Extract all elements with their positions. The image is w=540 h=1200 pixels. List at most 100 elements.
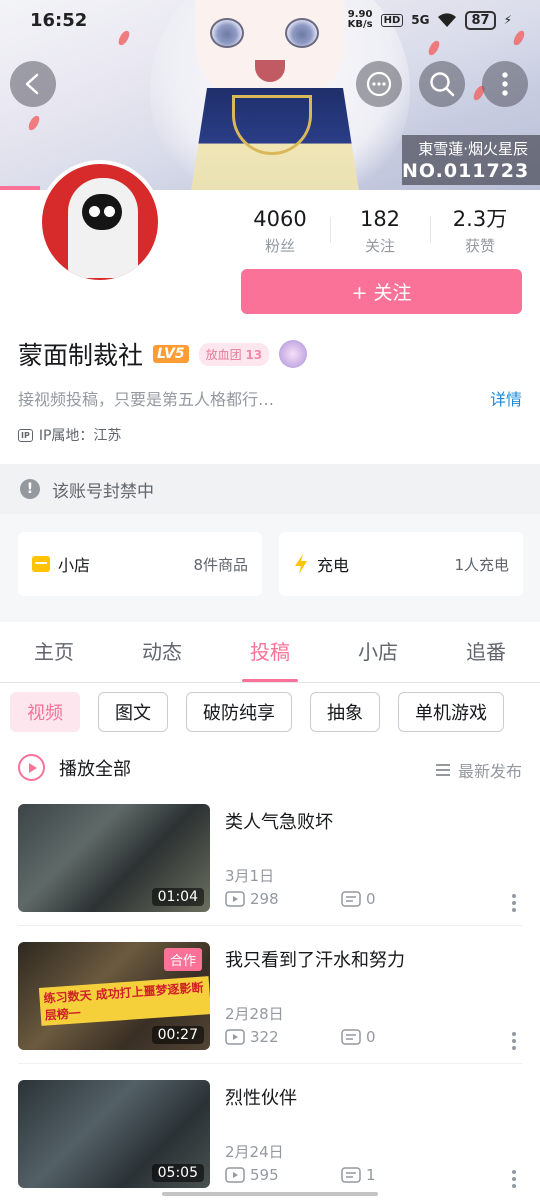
fan-group-badge[interactable]: 放血团 13 — [198, 342, 270, 366]
play-count-value: 595 — [250, 1166, 279, 1184]
chevron-left-icon — [25, 73, 39, 95]
stat-following[interactable]: 182 关注 — [330, 205, 430, 257]
tab-shop[interactable]: 小店 — [324, 623, 432, 682]
banned-notice: ! 该账号封禁中 — [0, 464, 540, 514]
battery-icon: 87 — [465, 10, 496, 30]
comment-count-value: 1 — [366, 1166, 376, 1184]
fan-group-name: 放血团 — [205, 347, 242, 362]
play-all-button[interactable]: 播放全部 — [18, 754, 131, 781]
net-speed-unit: KB/s — [347, 19, 373, 30]
chip-collection-1[interactable]: 破防纯享 — [186, 692, 292, 732]
ip-location-text: IP属地：江苏 — [38, 428, 122, 444]
thumbnail-caption: 练习数天 成功打上噩梦逐影断层榜一 — [38, 976, 210, 1026]
play-count-icon — [225, 891, 245, 907]
level-badge: LV5 — [153, 345, 189, 363]
stat-fans[interactable]: 4060 粉丝 — [230, 205, 330, 257]
detail-link[interactable]: 详情 — [490, 386, 522, 410]
charge-meta: 1人充电 — [454, 555, 509, 574]
avatar[interactable] — [38, 160, 162, 284]
video-title: 类人气急败坏 — [225, 812, 333, 833]
shop-card[interactable]: 小店 8件商品 — [18, 532, 262, 596]
video-item[interactable]: 05:05 烈性伙伴 2月24日 595 1 — [18, 1080, 522, 1190]
status-icons: 9.90 KB/s HD 5G 87 ⚡ — [348, 10, 512, 30]
danmaku-icon — [341, 1029, 361, 1045]
chat-bubble-icon — [366, 71, 392, 97]
tab-dynamic[interactable]: 动态 — [108, 623, 216, 682]
charge-card[interactable]: 充电 1人充电 — [279, 532, 523, 596]
danmaku-icon — [341, 1167, 361, 1183]
divider — [18, 925, 522, 926]
more-vertical-icon[interactable] — [512, 894, 516, 912]
play-count-icon — [225, 1029, 245, 1045]
search-icon — [430, 72, 455, 97]
ip-location: IP IP属地：江苏 — [18, 425, 121, 445]
sort-label: 最新发布 — [457, 762, 522, 781]
banned-text: 该账号封禁中 — [52, 481, 154, 502]
home-indicator[interactable] — [162, 1192, 378, 1196]
tab-home[interactable]: 主页 — [0, 623, 108, 682]
video-duration: 05:05 — [151, 1164, 204, 1182]
profile-stats: 4060 粉丝 182 关注 2.3万 获赞 — [230, 205, 530, 257]
shop-meta: 8件商品 — [193, 555, 248, 574]
chip-article[interactable]: 图文 — [98, 692, 168, 732]
chip-video[interactable]: 视频 — [10, 692, 80, 732]
chip-collection-2[interactable]: 抽象 — [310, 692, 380, 732]
pendant-icon[interactable] — [279, 340, 308, 368]
tab-bangumi[interactable]: 追番 — [432, 623, 540, 682]
stat-value: 182 — [359, 207, 401, 231]
sort-button[interactable]: 最新发布 — [435, 758, 522, 782]
video-date: 2月28日 — [225, 1005, 284, 1023]
play-count: 298 — [225, 890, 341, 908]
signal-icon: 5G — [411, 13, 430, 27]
stat-value: 4060 — [253, 207, 307, 231]
more-vertical-icon[interactable] — [512, 1032, 516, 1050]
alert-icon: ! — [20, 479, 40, 499]
avatar-mask — [82, 194, 122, 230]
shop-title: 小店 — [58, 556, 91, 575]
category-chips: 视频 图文 破防纯享 抽象 单机游戏 — [10, 692, 504, 732]
bio-text: 接视频投稿，只要是第五人格都行… — [18, 390, 275, 409]
tab-uploads[interactable]: 投稿 — [216, 623, 324, 682]
charging-icon: ⚡ — [503, 13, 512, 27]
play-count-icon — [225, 1167, 245, 1183]
video-item[interactable]: 01:04 类人气急败坏 3月1日 298 0 — [18, 804, 522, 914]
net-speed: 9.90 KB/s — [348, 10, 373, 30]
lightning-icon — [295, 554, 307, 574]
comment-count-value: 0 — [366, 1028, 376, 1046]
video-counts: 298 0 — [225, 890, 457, 908]
comment-count-value: 0 — [366, 890, 376, 908]
banner-petal — [26, 114, 42, 132]
sort-icon — [435, 764, 450, 776]
video-thumbnail: 05:05 — [18, 1080, 210, 1188]
play-count-value: 322 — [250, 1028, 279, 1046]
video-title: 我只看到了汗水和努力 — [225, 950, 405, 971]
banner-progress — [0, 186, 40, 190]
video-item[interactable]: 合作 练习数天 成功打上噩梦逐影断层榜一 00:27 我只看到了汗水和努力 2月… — [18, 942, 522, 1052]
play-all-label: 播放全部 — [59, 758, 131, 780]
stat-label: 关注 — [364, 237, 395, 255]
video-thumbnail: 合作 练习数天 成功打上噩梦逐影断层榜一 00:27 — [18, 942, 210, 1050]
banner-caption: 東雪蓮·烟火星辰 NO.011723 — [402, 135, 540, 185]
follow-button[interactable]: + 关注 — [241, 269, 522, 314]
more-vertical-icon[interactable] — [512, 1170, 516, 1188]
chip-collection-3[interactable]: 单机游戏 — [398, 692, 504, 732]
fan-group-level: 13 — [245, 347, 263, 362]
play-count-value: 298 — [250, 890, 279, 908]
status-bar: 16:52 9.90 KB/s HD 5G 87 ⚡ — [0, 0, 540, 42]
more-button[interactable] — [482, 61, 528, 107]
video-thumbnail: 01:04 — [18, 804, 210, 912]
video-date: 3月1日 — [225, 867, 275, 885]
back-button[interactable] — [10, 61, 56, 107]
stat-value: 2.3万 — [452, 207, 508, 231]
search-button[interactable] — [419, 61, 465, 107]
stat-label: 获赞 — [464, 237, 495, 255]
play-count: 322 — [225, 1028, 341, 1046]
video-title: 烈性伙伴 — [225, 1088, 297, 1109]
video-duration: 01:04 — [151, 888, 204, 906]
comment-count: 1 — [341, 1166, 457, 1184]
stat-label: 粉丝 — [264, 237, 295, 255]
profile-tabs: 主页 动态 投稿 小店 追番 — [0, 623, 540, 683]
stat-likes[interactable]: 2.3万 获赞 — [430, 205, 530, 257]
comment-count: 0 — [341, 890, 457, 908]
message-button[interactable] — [356, 61, 402, 107]
